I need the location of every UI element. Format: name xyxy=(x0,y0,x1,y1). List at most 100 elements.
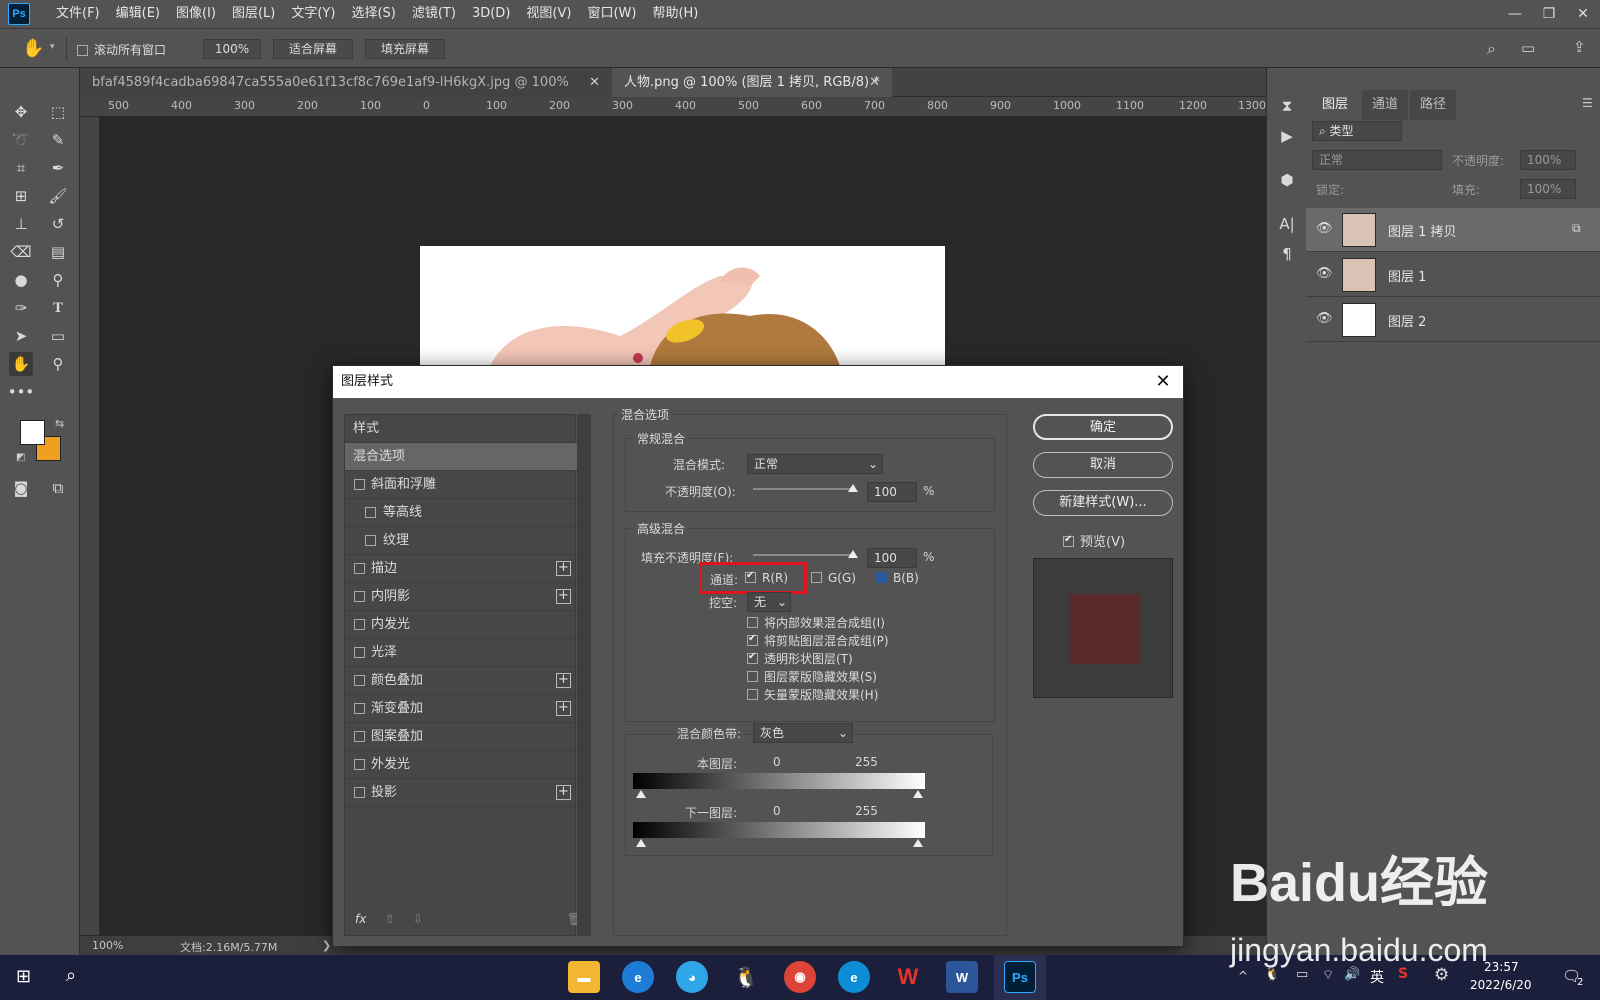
effect-checkbox[interactable] xyxy=(354,619,365,630)
blend-if-select[interactable]: 灰色 ⌄ xyxy=(753,723,853,743)
menu-file[interactable]: 文件(F) xyxy=(48,0,108,28)
effect-checkbox[interactable] xyxy=(354,787,365,798)
checkbox[interactable] xyxy=(876,572,887,583)
fill-opacity-slider[interactable] xyxy=(753,554,853,556)
effect-checkbox[interactable] xyxy=(354,591,365,602)
fill-screen-button[interactable]: 填充屏幕 xyxy=(365,39,445,59)
fx-icon[interactable]: fx xyxy=(355,912,366,926)
effect-checkbox[interactable] xyxy=(354,703,365,714)
effect-item[interactable]: 内发光 xyxy=(345,611,577,639)
zoom-field[interactable]: 100% xyxy=(203,39,261,59)
layer-row[interactable]: 👁 图层 2 xyxy=(1306,298,1600,342)
tab-paths[interactable]: 路径 xyxy=(1410,90,1457,120)
this-layer-black-thumb[interactable] xyxy=(636,790,646,798)
checkbox[interactable] xyxy=(811,572,822,583)
effect-item[interactable]: 光泽 xyxy=(345,639,577,667)
input-lang[interactable]: 英 xyxy=(1370,967,1384,987)
ok-button[interactable]: 确定 xyxy=(1033,414,1173,440)
add-effect-icon[interactable]: + xyxy=(556,785,571,800)
menu-select[interactable]: 选择(S) xyxy=(343,0,403,28)
tab-person-png[interactable]: 人物.png @ 100% (图层 1 拷贝, RGB/8) * ✕ xyxy=(612,68,892,97)
blend-mode-select[interactable]: 正常 xyxy=(1312,150,1442,170)
effect-item[interactable]: 图案叠加 xyxy=(345,723,577,751)
channel-b-checkbox[interactable]: B(B) xyxy=(876,571,919,585)
quick-mask-icon[interactable]: ◙ xyxy=(9,476,33,500)
volume-icon[interactable]: 🔊 xyxy=(1344,967,1360,982)
channel-g-checkbox[interactable]: G(G) xyxy=(811,571,856,585)
move-tool-icon[interactable]: ✥ xyxy=(9,100,33,124)
ie-icon[interactable]: e xyxy=(622,961,654,993)
menu-3d[interactable]: 3D(D) xyxy=(464,0,518,28)
dodge-tool-icon[interactable]: ⚲ xyxy=(46,268,70,292)
eye-icon[interactable]: 👁 xyxy=(1316,311,1334,329)
effect-checkbox[interactable] xyxy=(354,647,365,658)
blend-mode-select[interactable]: 正常 ⌄ xyxy=(747,454,883,474)
menu-image[interactable]: 图像(I) xyxy=(168,0,224,28)
hand-tool-icon[interactable]: ✋ xyxy=(22,38,44,59)
paragraph-icon[interactable]: ¶ xyxy=(1275,242,1299,266)
close-tab-icon[interactable]: ✕ xyxy=(589,68,600,97)
zoom-readout[interactable]: 100% xyxy=(92,939,123,952)
effect-checkbox[interactable] xyxy=(354,563,365,574)
effect-item[interactable]: 外发光 xyxy=(345,751,577,779)
effect-checkbox[interactable] xyxy=(354,479,365,490)
workspace-icon[interactable]: ▭ xyxy=(1521,39,1535,57)
this-layer-white-thumb[interactable] xyxy=(913,790,923,798)
rectangle-tool-icon[interactable]: ▭ xyxy=(46,324,70,348)
eye-icon[interactable]: 👁 xyxy=(1316,266,1334,284)
word-icon[interactable]: W xyxy=(946,961,978,993)
zoom-tool-icon[interactable]: ⚲ xyxy=(46,352,70,376)
checkbox[interactable] xyxy=(747,617,758,628)
add-effect-icon[interactable]: + xyxy=(556,561,571,576)
checkbox[interactable] xyxy=(745,570,756,583)
browser-icon[interactable]: ◕ xyxy=(676,961,708,993)
checkbox[interactable] xyxy=(747,689,758,700)
restore-icon[interactable]: ❐ xyxy=(1532,0,1566,28)
effect-checkbox[interactable] xyxy=(365,507,376,518)
more-tools-icon[interactable]: ••• xyxy=(8,380,35,404)
quick-select-tool-icon[interactable]: ✎ xyxy=(46,128,70,152)
wifi-icon[interactable]: ⌔ xyxy=(1322,967,1334,983)
foreground-color-swatch[interactable] xyxy=(20,420,45,445)
swap-colors-icon[interactable]: ⇆ xyxy=(55,417,64,430)
status-arrow-icon[interactable]: ❯ xyxy=(322,939,331,952)
eye-icon[interactable]: 👁 xyxy=(1316,221,1334,239)
crop-tool-icon[interactable]: ⌗ xyxy=(9,156,33,180)
add-effect-icon[interactable]: + xyxy=(556,701,571,716)
underlying-white-thumb[interactable] xyxy=(913,839,923,847)
gradient-tool-icon[interactable]: ▤ xyxy=(46,240,70,264)
doc-size[interactable]: 文档:2.16M/5.77M xyxy=(180,939,277,955)
stamp-tool-icon[interactable]: ⊥ xyxy=(9,212,33,236)
scroll-all-checkbox[interactable] xyxy=(77,45,88,56)
tab-channels[interactable]: 通道 xyxy=(1362,90,1409,120)
3d-icon[interactable]: ⬢ xyxy=(1275,168,1299,192)
menu-window[interactable]: 窗口(W) xyxy=(579,0,644,28)
layer-row[interactable]: 👁 图层 1 拷贝 ⧉ xyxy=(1306,208,1600,252)
pen-tool-icon[interactable]: ✑ xyxy=(9,296,33,320)
effect-checkbox[interactable] xyxy=(354,675,365,686)
qq-icon[interactable]: 🐧 xyxy=(730,961,762,993)
checkbox[interactable] xyxy=(747,651,758,664)
move-up-icon[interactable]: ⇧ xyxy=(385,912,395,926)
effect-item[interactable]: 等高线 xyxy=(345,499,577,527)
tray-device-icon[interactable]: ▭ xyxy=(1296,967,1308,982)
chevron-down-icon[interactable]: ▾ xyxy=(50,42,55,52)
add-effect-icon[interactable]: + xyxy=(556,673,571,688)
blend-option-checkbox[interactable]: 矢量蒙版隐藏效果(H) xyxy=(747,686,878,703)
opacity-slider[interactable] xyxy=(753,488,853,490)
path-select-tool-icon[interactable]: ➤ xyxy=(9,324,33,348)
menu-type[interactable]: 文字(Y) xyxy=(283,0,343,28)
edge-icon[interactable]: e xyxy=(838,961,870,993)
hand-tool-icon[interactable]: ✋ xyxy=(9,352,33,376)
share-icon[interactable]: ⇪ xyxy=(1573,38,1586,56)
effect-checkbox[interactable] xyxy=(354,731,365,742)
blend-option-checkbox[interactable]: 透明形状图层(T) xyxy=(747,650,853,667)
checkbox[interactable] xyxy=(1063,534,1074,547)
effect-item[interactable]: 描边 + xyxy=(345,555,577,583)
history-brush-icon[interactable]: ↺ xyxy=(46,212,70,236)
fill-opacity-slider-thumb[interactable] xyxy=(848,550,858,558)
search-icon[interactable]: ⌕ xyxy=(66,965,76,986)
wps-icon[interactable]: W xyxy=(892,961,924,993)
menu-layer[interactable]: 图层(L) xyxy=(224,0,283,28)
layer-row[interactable]: 👁 图层 1 xyxy=(1306,253,1600,297)
